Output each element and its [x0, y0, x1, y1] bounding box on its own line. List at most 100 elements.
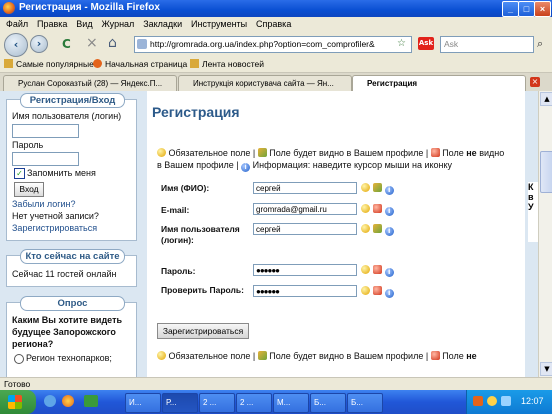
bookmark-start-page[interactable]: Начальная страница [93, 57, 187, 72]
password-icons: i [361, 265, 394, 277]
menu-help[interactable]: Справка [256, 17, 291, 31]
firefox-logo-icon [3, 2, 15, 14]
field-legend-bottom: Обязательное поле | Поле будет видно в В… [157, 350, 525, 362]
scroll-down-icon[interactable]: ▼ [540, 362, 552, 376]
menu-edit[interactable]: Правка [37, 17, 67, 31]
search-icon[interactable]: ⌕ [537, 37, 543, 51]
password-label: Пароль [12, 140, 44, 150]
vertical-scrollbar[interactable]: ▲ ▼ [538, 91, 552, 377]
remember-me-checkbox[interactable]: ✓ [14, 168, 25, 179]
required-icon [361, 204, 370, 213]
menu-tools[interactable]: Инструменты [191, 17, 247, 31]
legend-bottom-not-word: не [466, 351, 477, 361]
email-input[interactable]: gromrada@gmail.ru [253, 203, 357, 215]
scrollbar-thumb[interactable] [540, 151, 552, 193]
tray-network-icon[interactable] [487, 396, 497, 406]
email-icons: i [361, 204, 394, 216]
info-icon[interactable]: i [384, 227, 394, 236]
password-field-label: Пароль: [161, 266, 196, 276]
confirm-password-input[interactable]: ●●●●●● [253, 285, 357, 297]
rss-folder-icon [190, 59, 199, 68]
site-favicon-icon [137, 39, 147, 49]
profile-hidden-icon [372, 204, 382, 213]
taskbar-item-7[interactable]: Б... [347, 393, 383, 413]
menu-history[interactable]: Журнал [101, 17, 134, 31]
bookmarks-toolbar: Самые популярные Начальная страница Лент… [0, 57, 552, 73]
taskbar-item-1[interactable]: И... [125, 393, 161, 413]
password-field-input[interactable]: ●●●●●● [253, 264, 357, 276]
home-button[interactable]: ⌂ [108, 35, 117, 51]
maximize-button[interactable]: □ [518, 1, 535, 17]
info-icon[interactable]: i [384, 186, 394, 195]
taskbar-item-firefox[interactable]: Р... [162, 393, 198, 413]
menu-view[interactable]: Вид [76, 17, 92, 31]
tab-yandex-1[interactable]: Руслан Сороказтый (28) — Яндекс.П... [3, 75, 177, 91]
field-legend: Обязательное поле | Поле будет видно в В… [157, 148, 505, 172]
poll-option-radio[interactable] [14, 354, 24, 364]
required-icon [157, 148, 166, 157]
bookmark-star-icon[interactable]: ☆ [397, 38, 406, 49]
register-link[interactable]: Зарегистрироваться [12, 223, 97, 233]
search-input[interactable]: Ask [440, 36, 534, 53]
close-tab-icon[interactable]: × [530, 77, 540, 87]
search-engine-icon[interactable]: Ask [418, 37, 434, 50]
right-text-3: У [528, 202, 534, 212]
bookmark-most-visited[interactable]: Самые популярные [4, 57, 94, 72]
tab-yandex-2[interactable]: Инструкція користувача сайта — Ян... [178, 75, 352, 91]
username-input[interactable] [12, 124, 79, 138]
ie-quicklaunch-icon[interactable] [44, 395, 56, 407]
taskbar-item-5[interactable]: М... [273, 393, 309, 413]
reload-button[interactable]: C [62, 37, 71, 51]
right-text-1: К [528, 182, 534, 192]
required-icon [361, 224, 370, 233]
forgot-login-link[interactable]: Забыли логин? [12, 199, 76, 209]
info-icon[interactable]: i [384, 289, 394, 298]
email-label: E-mail: [161, 205, 190, 215]
tab-registration[interactable]: Регистрация [352, 75, 526, 91]
right-module: К в У [528, 182, 538, 242]
status-bar: Готово [0, 377, 552, 391]
tray-volume-icon[interactable] [501, 396, 511, 406]
tray-app-icon[interactable] [473, 396, 483, 406]
username-label: Имя пользователя (логин) [12, 111, 122, 121]
taskbar-item-word[interactable]: 2 ... [236, 393, 272, 413]
legend-required-text: Обязательное поле [168, 148, 251, 158]
minimize-button[interactable]: _ [502, 1, 519, 17]
info-icon[interactable]: i [384, 268, 394, 277]
clock[interactable]: 12:07 [521, 396, 544, 406]
url-bar[interactable]: http://gromrada.org.ua/index.php?option=… [134, 36, 412, 53]
required-icon [361, 265, 370, 274]
bookmark-news-feed[interactable]: Лента новостей [190, 57, 264, 72]
window-titlebar: Регистрация - Mozilla Firefox _ □ × [0, 0, 552, 17]
taskbar-item-3[interactable]: 2 ... [199, 393, 235, 413]
forward-button[interactable]: › [30, 35, 48, 53]
start-button[interactable] [0, 390, 36, 414]
legend-bottom-visible-text: Поле будет видно в Вашем профиле [269, 351, 424, 361]
poll-module-title: Опрос [20, 296, 125, 311]
taskbar-item-6[interactable]: Б... [310, 393, 346, 413]
status-text: Готово [4, 379, 31, 389]
login-button[interactable]: Вход [14, 182, 44, 197]
username-field-label: Имя пользователя (логин): [161, 224, 240, 245]
info-icon[interactable]: i [384, 207, 394, 216]
password-input[interactable] [12, 152, 79, 166]
fullname-input[interactable]: сергей [253, 182, 357, 194]
username-field-input[interactable]: сергей [253, 223, 357, 235]
register-submit-button[interactable]: Зарегистрироваться [157, 323, 249, 339]
window-title: Регистрация - Mozilla Firefox [19, 2, 160, 13]
back-button[interactable]: ‹ [4, 33, 28, 57]
scroll-up-icon[interactable]: ▲ [540, 92, 552, 106]
menu-bookmarks[interactable]: Закладки [143, 17, 182, 31]
close-button[interactable]: × [534, 1, 551, 17]
windows-logo-icon [8, 395, 22, 409]
firefox-quicklaunch-icon[interactable] [62, 395, 74, 407]
no-account-text: Нет учетной записи? [12, 211, 99, 221]
menu-file[interactable]: Файл [6, 17, 28, 31]
profile-hidden-icon [430, 351, 440, 360]
page-title: Регистрация [152, 104, 240, 120]
fullname-label: Имя (ФИО): [161, 183, 210, 193]
quicklaunch-app-icon[interactable] [84, 395, 98, 407]
stop-button[interactable]: × [86, 35, 98, 51]
legend-bottom-hidden-text: Поле [442, 351, 464, 361]
profile-hidden-icon [372, 286, 382, 295]
